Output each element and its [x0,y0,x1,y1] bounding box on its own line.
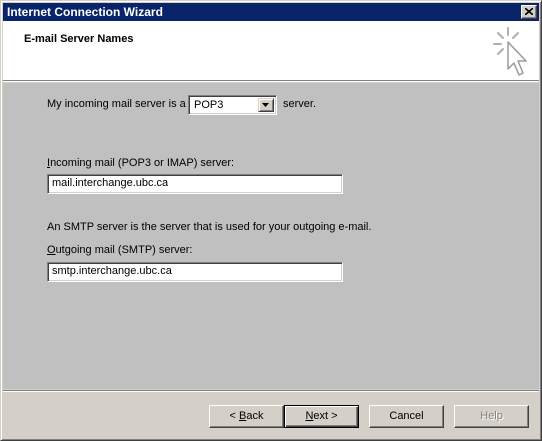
back-button-prefix: < [229,410,239,422]
smtp-note: An SMTP server is the server that is use… [47,221,372,233]
wizard-cursor-icon [493,27,527,76]
wizard-body [3,83,539,389]
incoming-server-input[interactable]: mail.interchange.ubc.ca [47,174,343,194]
title-bar[interactable]: Internet Connection Wizard [3,3,539,21]
next-button[interactable]: Next > [284,405,359,428]
server-type-value: POP3 [194,99,224,111]
server-type-dropdown-button[interactable] [258,98,274,112]
close-x-icon [525,8,533,15]
incoming-type-label: My incoming mail server is a [47,98,186,110]
wizard-window: Internet Connection Wizard E-mail Server… [0,0,542,441]
back-button[interactable]: < Back [209,405,284,428]
close-button[interactable] [521,5,537,19]
back-button-rest: ack [246,410,264,422]
incoming-server-label: Incoming mail (POP3 or IMAP) server: [47,157,235,169]
window-title: Internet Connection Wizard [7,5,163,19]
wizard-header: E-mail Server Names [3,21,539,80]
footer-divider [3,390,539,392]
outgoing-server-label: Outgoing mail (SMTP) server: [47,244,193,256]
cancel-button[interactable]: Cancel [369,405,444,428]
chevron-down-icon [262,103,269,107]
server-type-select[interactable]: POP3 [188,95,277,115]
help-button[interactable]: Help [454,405,529,428]
next-button-rest: ext > [313,410,338,422]
page-title: E-mail Server Names [24,33,134,45]
header-divider [3,80,539,82]
outgoing-server-input[interactable]: smtp.interchange.ubc.ca [47,262,343,282]
incoming-type-suffix: server. [283,98,317,110]
